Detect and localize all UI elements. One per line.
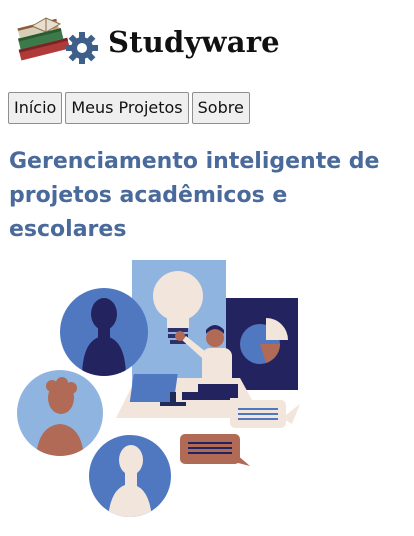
main-nav: Início Meus Projetos Sobre — [8, 92, 250, 124]
hero-headline: Gerenciamento inteligente de projetos ac… — [9, 149, 380, 242]
avatar-bottom — [89, 435, 171, 517]
brand-name[interactable]: Studyware — [108, 24, 280, 60]
site-header — [12, 12, 102, 72]
avatar-left — [17, 370, 103, 456]
message-bubble-icon — [180, 434, 250, 466]
chat-bubble-icon — [230, 400, 300, 428]
books-gear-logo-icon[interactable] — [12, 14, 102, 70]
nav-meus-projetos-button[interactable]: Meus Projetos — [65, 92, 189, 124]
nav-inicio-button[interactable]: Início — [8, 92, 63, 124]
collaboration-illustration-icon — [17, 260, 300, 517]
nav-sobre-button[interactable]: Sobre — [191, 92, 250, 124]
